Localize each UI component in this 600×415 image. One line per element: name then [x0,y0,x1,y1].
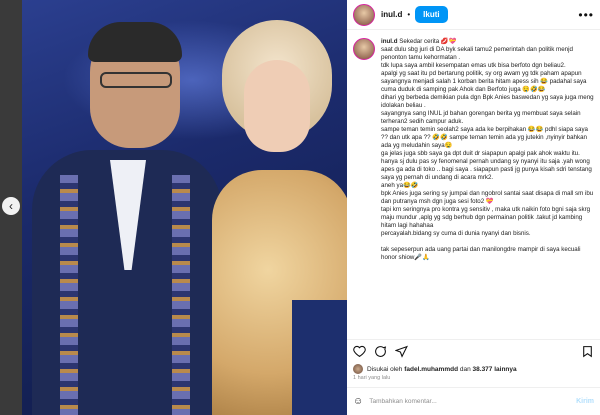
liked-by-user[interactable]: fadel.muhammdd [404,366,458,373]
photo-woman-sleeve [292,300,347,415]
emoji-icon[interactable]: ☺ [353,396,363,407]
post-photo [22,0,347,415]
likes-prefix: Disukai oleh [367,365,403,373]
photo-man-batik-left [60,175,78,415]
username-link[interactable]: inul.d [381,10,402,19]
follow-button[interactable]: Ikuti [415,6,448,23]
photo-woman-face [244,60,310,152]
action-bar [347,339,600,363]
caption-avatar[interactable] [353,38,375,60]
comment-icon[interactable] [374,345,387,358]
photo-man-hair [88,22,182,62]
avatar[interactable] [353,3,375,26]
instagram-post-modal-page: ‹ inul.d • Ikuti ••• inul.d Sekedar ceri… [0,0,600,415]
post-timestamp[interactable]: 1 hari yang lalu [347,375,600,387]
comment-input[interactable]: Tambahkan komentar... [369,398,437,405]
photo-man-batik-right [172,175,190,415]
likes-count[interactable]: 38.377 lainnya [473,366,517,373]
caption-username[interactable]: inul.d [381,38,398,45]
likes-mid: dan [459,365,471,373]
photo-man-glasses [100,72,172,88]
post-side-panel: inul.d • Ikuti ••• inul.d Sekedar cerita… [347,0,600,415]
send-button[interactable]: Kirim [576,398,594,405]
share-icon[interactable] [395,345,408,358]
liker-avatar [353,364,363,374]
heart-icon[interactable] [353,345,366,358]
comment-bar: ☺ Tambahkan komentar... Kirim [347,387,600,415]
caption-text: inul.d Sekedar cerita 💋💝 saat dulu sbg j… [381,38,594,339]
likes-line: Disukai oleh fadel.muhammdd dan 38.377 l… [347,363,600,375]
more-options-icon[interactable]: ••• [578,8,594,22]
prev-post-button[interactable]: ‹ [2,197,20,215]
separator-dot: • [407,10,411,19]
caption-body: Sekedar cerita 💋💝 saat dulu sbg juri di … [381,38,594,261]
bookmark-icon[interactable] [581,345,594,358]
caption-area: inul.d Sekedar cerita 💋💝 saat dulu sbg j… [347,30,600,339]
post-header: inul.d • Ikuti ••• [347,0,600,30]
post-modal: inul.d • Ikuti ••• inul.d Sekedar cerita… [22,0,600,415]
